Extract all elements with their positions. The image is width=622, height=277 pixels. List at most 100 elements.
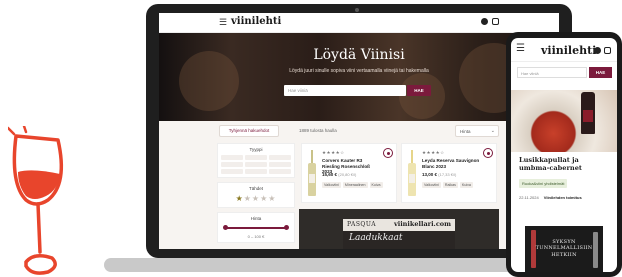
mobile-header: ☰ viinilehti bbox=[511, 38, 617, 62]
social-links bbox=[594, 47, 611, 54]
type-option[interactable] bbox=[245, 169, 267, 174]
product-tags: Valkoviini Mineraalinen Kuiva bbox=[322, 182, 383, 188]
bottle-label bbox=[409, 174, 415, 183]
rating-stars: ★★★★☆ bbox=[322, 150, 345, 155]
article-meta: 22.11.2024 Viinilehden toimitus bbox=[519, 195, 582, 200]
article-author: Viinilehden toimitus bbox=[543, 195, 582, 200]
facebook-icon[interactable] bbox=[594, 47, 601, 54]
product-card[interactable]: ★★★★☆ Corvers Kauter R3 Riesling Rosensc… bbox=[301, 143, 397, 203]
ad-shop-name: viinikellari.com bbox=[393, 220, 451, 228]
type-filter-title: Tyyppi bbox=[249, 147, 263, 152]
bottle-neck bbox=[311, 150, 313, 164]
social-links bbox=[481, 18, 499, 25]
price-value: 15,60 € bbox=[322, 172, 338, 177]
price-value: 13,00 € bbox=[422, 172, 438, 177]
product-tags: Valkoviini Raikas Kuiva bbox=[422, 182, 473, 188]
filter-bar: Tyhjennä hakuehdot 1889 tulosta haulla H… bbox=[159, 125, 559, 139]
laptop-screen: ☰ viinilehti Löydä Viinisi Löydä juuri s… bbox=[159, 13, 559, 249]
price-filter-panel: Hinta 0 – 100 € bbox=[217, 212, 295, 243]
hero-banner: Löydä Viinisi Löydä juuri sinulle sopiva… bbox=[159, 33, 559, 121]
instagram-icon[interactable] bbox=[492, 18, 499, 25]
rating-stars: ★★★★☆ bbox=[422, 150, 445, 155]
facebook-icon[interactable] bbox=[481, 18, 488, 25]
article-image[interactable] bbox=[511, 90, 617, 152]
chevron-down-icon: ⌄ bbox=[490, 128, 495, 134]
type-option[interactable] bbox=[221, 162, 243, 167]
product-price: 15,60 € (20,80 €/l) bbox=[322, 172, 356, 177]
star-rating-filter[interactable]: ★★★★★ bbox=[221, 194, 291, 204]
product-card[interactable]: ★★★★☆ Leyda Reserva Sauvignon Blanc 2023… bbox=[401, 143, 497, 203]
wine-bottle-image bbox=[408, 150, 416, 196]
bottle-neck bbox=[411, 150, 413, 164]
wine-glass-illustration bbox=[8, 126, 64, 275]
ad-text: SYKSYN TUNNELMALLISIIN HETKIIN bbox=[535, 239, 593, 258]
product-tag[interactable]: Mineraalinen bbox=[342, 182, 368, 188]
search-input[interactable]: Hae viiniä bbox=[284, 85, 406, 96]
site-logo[interactable]: viinilehti bbox=[231, 16, 281, 27]
type-option[interactable] bbox=[269, 169, 291, 174]
ad-content: PASQUA viinikellari.com Laadukkaat bbox=[343, 219, 455, 249]
unit-price: (17,33 €/l) bbox=[438, 172, 457, 177]
hero-title: Löydä Viinisi bbox=[313, 47, 405, 63]
compare-icon[interactable] bbox=[383, 148, 393, 158]
price-slider[interactable] bbox=[221, 224, 291, 232]
unit-price: (20,80 €/l) bbox=[338, 172, 357, 177]
star-icon[interactable]: ★ bbox=[268, 194, 276, 203]
mobile-search-button[interactable]: HAE bbox=[589, 67, 612, 78]
stars-filter-title: Tähdet bbox=[248, 186, 263, 191]
type-filter-options bbox=[221, 155, 291, 174]
price-slider-track bbox=[225, 227, 287, 229]
mobile-advertisement[interactable]: SYKSYN TUNNELMALLISIIN HETKIIN bbox=[525, 226, 603, 272]
hero-subtitle: Löydä juuri sinulle sopiva viini vertaam… bbox=[289, 68, 429, 74]
article-title[interactable]: Lusikkapullat ja umbma-cabernet bbox=[519, 156, 611, 172]
hamburger-icon[interactable]: ☰ bbox=[516, 44, 525, 54]
star-icon[interactable]: ★ bbox=[236, 194, 244, 203]
star-icon[interactable]: ★ bbox=[244, 194, 252, 203]
compare-icon[interactable] bbox=[483, 148, 493, 158]
mobile-search-input[interactable]: Hae viiniä bbox=[517, 67, 587, 78]
ad-brand: PASQUA bbox=[347, 221, 377, 228]
barrel-decoration bbox=[399, 73, 445, 119]
type-option[interactable] bbox=[221, 155, 243, 160]
type-filter-panel: Tyyppi bbox=[217, 143, 295, 178]
search-button[interactable]: HAE bbox=[407, 85, 431, 96]
ad-dark-strip: Laadukkaat bbox=[343, 231, 455, 249]
bottle-label bbox=[309, 174, 315, 183]
type-option[interactable] bbox=[221, 169, 243, 174]
wine-bottle-image bbox=[308, 150, 316, 196]
article-category-tag[interactable]: Ruoka&viini yhdistelmät bbox=[519, 179, 568, 188]
sort-select[interactable]: Hinta ⌄ bbox=[455, 125, 499, 137]
price-slider-max-handle[interactable] bbox=[284, 225, 289, 230]
product-tag[interactable]: Kuiva bbox=[369, 182, 383, 188]
type-option[interactable] bbox=[245, 155, 267, 160]
product-tag[interactable]: Raikas bbox=[442, 182, 458, 188]
price-range-label: 0 – 100 € bbox=[247, 234, 265, 239]
type-option[interactable] bbox=[245, 162, 267, 167]
star-icon[interactable]: ★ bbox=[252, 194, 260, 203]
price-filter-title: Hinta bbox=[250, 216, 262, 221]
instagram-icon[interactable] bbox=[604, 47, 611, 54]
site-logo[interactable]: viinilehti bbox=[541, 44, 596, 57]
sort-label: Hinta bbox=[460, 129, 471, 134]
advertisement-banner[interactable]: PASQUA viinikellari.com Laadukkaat bbox=[299, 209, 499, 249]
ad-script-text: Laadukkaat bbox=[349, 233, 403, 243]
results-count: 1889 tulosta haulla bbox=[299, 128, 337, 133]
price-slider-min-handle[interactable] bbox=[223, 225, 228, 230]
article-date: 22.11.2024 bbox=[519, 195, 539, 200]
product-tag[interactable]: Valkoviini bbox=[422, 182, 441, 188]
filter-sidebar: Tyyppi Tähdet ★★★★★ Hinta 0 – 100 € bbox=[217, 143, 295, 247]
laptop-base bbox=[104, 258, 524, 272]
product-tag[interactable]: Valkoviini bbox=[322, 182, 341, 188]
type-option[interactable] bbox=[269, 162, 291, 167]
clear-filters-button[interactable]: Tyhjennä hakuehdot bbox=[219, 125, 279, 137]
stars-filter-panel: Tähdet ★★★★★ bbox=[217, 182, 295, 208]
type-option[interactable] bbox=[269, 155, 291, 160]
camera-dot bbox=[355, 8, 359, 12]
site-header: ☰ viinilehti bbox=[159, 13, 559, 33]
hamburger-icon[interactable]: ☰ bbox=[219, 18, 227, 27]
product-tag[interactable]: Kuiva bbox=[459, 182, 473, 188]
product-price: 13,00 € (17,33 €/l) bbox=[422, 172, 456, 177]
phone-screen: ☰ viinilehti Hae viiniä HAE Lusikkapulla… bbox=[511, 38, 617, 272]
wine-bottle-image bbox=[581, 92, 595, 134]
product-name[interactable]: Leyda Reserva Sauvignon Blanc 2023 bbox=[422, 158, 480, 169]
